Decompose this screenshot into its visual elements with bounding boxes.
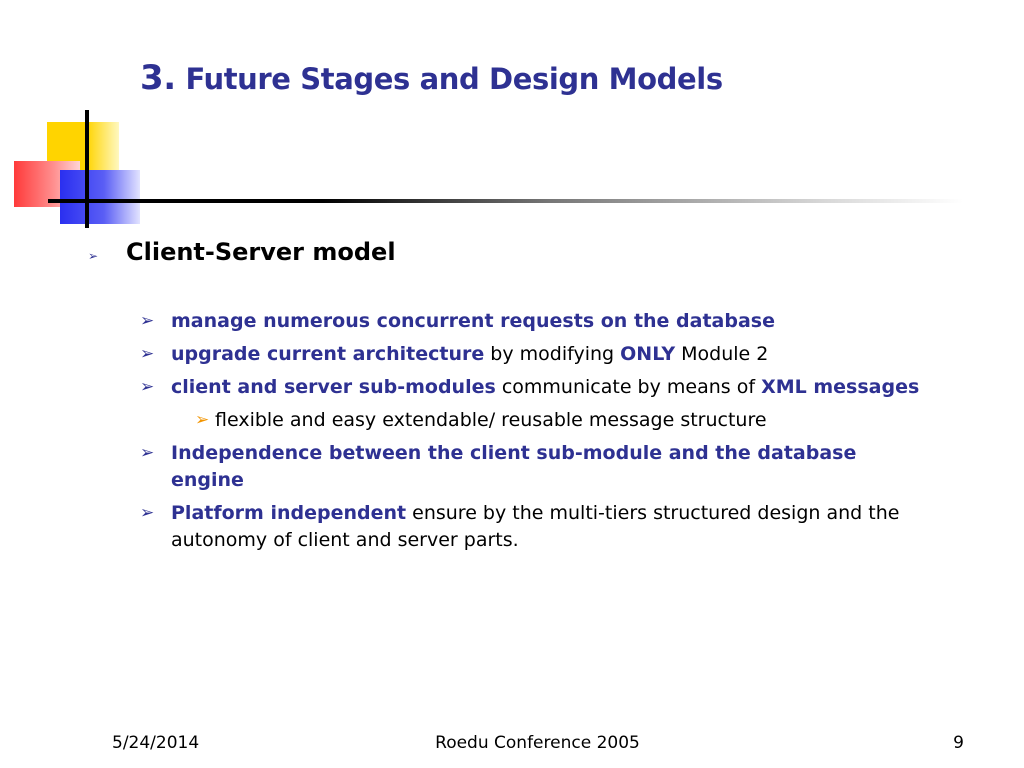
bullet-highlight: upgrade current architecture: [171, 343, 485, 365]
bullet-item: ➢ Independence between the client sub-mo…: [140, 440, 920, 494]
bullet-item: ➢ manage numerous concurrent requests on…: [140, 308, 920, 335]
bullet-arrow-icon: ➢: [140, 311, 155, 331]
bullet-highlight: manage numerous concurrent requests on t…: [171, 310, 775, 332]
bullet-arrow-icon: ➢: [140, 503, 155, 523]
bullet-text: Module 2: [675, 343, 769, 365]
bullet-arrow-icon: ➢: [140, 443, 155, 463]
bullet-arrow-icon: ➢: [140, 377, 155, 397]
sub-bullet-item: ➢ flexible and easy extendable/ reusable…: [140, 407, 920, 434]
horizontal-rule-decoration: [48, 199, 963, 203]
vertical-rule-decoration: [85, 110, 89, 228]
bullet-item: ➢ Platform independent ensure by the mul…: [140, 500, 920, 554]
bullet-text: by modifying: [484, 343, 621, 365]
bullet-text: flexible and easy extendable/ reusable m…: [215, 409, 767, 431]
footer-conference: Roedu Conference 2005: [435, 733, 640, 753]
slide-title: 3. Future Stages and Design Models: [140, 58, 723, 98]
bullet-item: ➢ client and server sub-modules communic…: [140, 374, 920, 401]
bullet-highlight: Platform independent: [171, 502, 407, 524]
bullet-text: communicate by means of: [495, 376, 762, 398]
blue-square-decoration: [60, 170, 140, 224]
bullet-highlight: Independence between the client sub-modu…: [171, 442, 857, 491]
sub-bullet-arrow-icon: ➢: [195, 410, 210, 430]
bullet-highlight: XML messages: [761, 376, 920, 398]
bullet-highlight: ONLY: [620, 343, 676, 365]
bullet-arrow-icon: ➢: [140, 344, 155, 364]
bullet-list: ➢ manage numerous concurrent requests on…: [140, 308, 920, 560]
bullet-highlight: client and server sub-modules: [171, 376, 496, 398]
footer-page-number: 9: [953, 733, 964, 753]
slide-title-text: Future Stages and Design Models: [185, 62, 723, 96]
section-heading: Client-Server model: [126, 238, 396, 266]
bullet-item: ➢ upgrade current architecture by modify…: [140, 341, 920, 368]
bullet-arrow-icon: ➢: [88, 249, 99, 263]
slide-title-number: 3.: [140, 58, 176, 98]
